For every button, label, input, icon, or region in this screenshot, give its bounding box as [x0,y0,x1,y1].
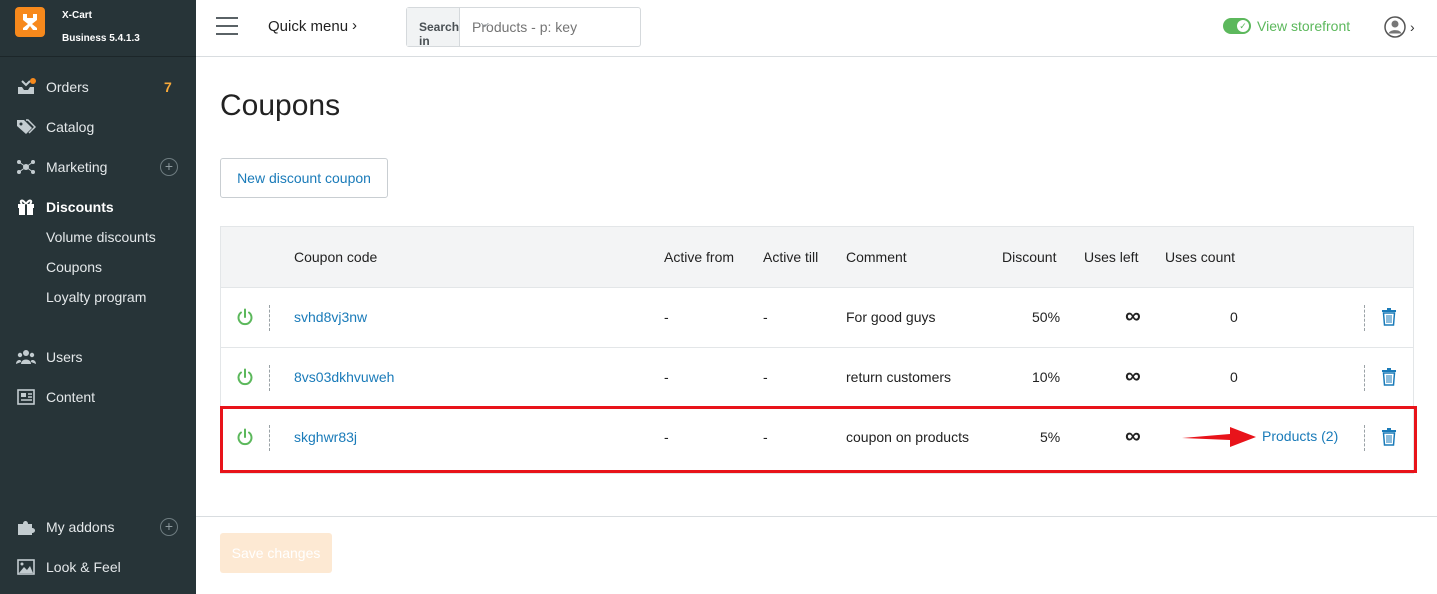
footer-divider [196,516,1437,517]
search-in-label: Search in [419,20,460,48]
sidebar-item-label: Catalog [46,119,95,135]
sidebar: X-Cart Business 5.4.1.3 Orders 7 Catalog… [0,0,196,594]
uses-left-value: ∞ [1125,363,1141,388]
view-storefront-label: View storefront [1257,18,1351,34]
table-header: Coupon code Active from Active till Comm… [221,227,1413,288]
sidebar-subitem-coupons[interactable]: Coupons [46,259,102,275]
power-toggle-icon[interactable] [236,368,254,386]
user-avatar-icon [1384,16,1406,38]
active-till-value: - [763,369,768,385]
newspaper-icon [17,389,35,405]
hamburger-menu-icon[interactable] [216,17,238,35]
sidebar-item-orders[interactable]: Orders 7 [0,72,196,102]
column-header-uses-left: Uses left [1084,249,1139,265]
sidebar-item-label: Discounts [46,199,114,215]
power-toggle-icon[interactable] [236,308,254,326]
expand-plus-icon[interactable]: + [160,518,178,536]
users-icon [16,350,36,364]
column-header-discount: Discount [1002,249,1057,265]
sidebar-item-my-addons[interactable]: My addons + [0,512,196,542]
sidebar-item-label: Look & Feel [46,559,121,575]
gift-icon [18,199,34,215]
sidebar-item-label: Orders [46,79,89,95]
search-in-dropdown[interactable]: Search in ⌵ [407,8,489,48]
sidebar-item-label: Content [46,389,96,405]
user-menu[interactable]: › [1384,16,1415,38]
network-icon [17,160,35,174]
row-divider [1364,365,1365,391]
save-changes-button[interactable]: Save changes [220,533,332,573]
table-row: 8vs03dkhvuweh - - return customers 10% ∞… [221,348,1413,408]
sidebar-item-label: Users [46,349,83,365]
quick-menu-button[interactable]: Quick menu [268,18,348,35]
column-header-coupon-code[interactable]: Coupon code [294,249,377,265]
discount-value: 10% [1032,369,1061,385]
active-till-value: - [763,309,768,325]
active-from-value: - [664,309,669,325]
sidebar-subitem-loyalty-program[interactable]: Loyalty program [46,289,146,305]
chevron-right-icon: › [352,17,357,34]
table-row: svhd8vj3nw - - For good guys 50% ∞ 0 [221,288,1413,348]
brand-version: Business 5.4.1.3 [62,33,140,44]
column-header-uses-count: Uses count [1165,249,1236,265]
sidebar-item-label: My addons [46,519,115,535]
sidebar-item-discounts[interactable]: Discounts [0,192,196,222]
storefront-toggle[interactable]: ✓ [1223,18,1251,34]
check-icon: ✓ [1237,20,1249,32]
brand[interactable]: X-Cart Business 5.4.1.3 [0,0,196,57]
comment-value: For good guys [846,309,936,325]
chevron-right-icon: › [1410,19,1415,35]
annotation-arrow-icon [1182,427,1256,447]
top-header: Quick menu › Search in ⌵ ✓ View storefro… [196,0,1437,57]
coupon-code-link[interactable]: 8vs03dkhvuweh [294,369,394,385]
trash-icon[interactable] [1382,308,1396,326]
row-divider [1364,305,1365,331]
sidebar-subitem-volume-discounts[interactable]: Volume discounts [46,229,156,245]
xcart-logo-icon [15,7,45,37]
row-divider [269,305,270,331]
sidebar-item-users[interactable]: Users [0,342,196,372]
tags-icon [17,119,36,134]
view-storefront-link[interactable]: ✓ View storefront [1223,18,1350,34]
brand-name: X-Cart [62,10,93,21]
orders-count-badge: 7 [164,79,172,95]
puzzle-icon [18,521,35,535]
image-icon [17,559,35,575]
uses-count-value: 0 [1230,309,1238,325]
sidebar-item-look-and-feel[interactable]: Look & Feel [0,552,196,582]
uses-left-value: ∞ [1125,303,1141,328]
sidebar-item-content[interactable]: Content [0,382,196,412]
row-divider [269,365,270,391]
chevron-down-icon: ⌵ [481,19,489,30]
page-title: Coupons [220,89,341,122]
expand-plus-icon[interactable]: + [160,158,178,176]
column-header-comment: Comment [846,249,907,265]
column-header-active-from[interactable]: Active from [664,249,734,265]
trash-icon[interactable] [1382,368,1396,386]
comment-value: return customers [846,369,952,385]
discount-value: 50% [1032,309,1061,325]
products-link[interactable]: Products (2) [1262,428,1338,444]
search-box: Search in ⌵ [406,7,654,48]
new-discount-coupon-button[interactable]: New discount coupon [220,158,388,198]
orders-icon [18,78,36,94]
sidebar-item-marketing[interactable]: Marketing + [0,152,196,182]
coupon-code-link[interactable]: svhd8vj3nw [294,309,367,325]
active-from-value: - [664,369,669,385]
sidebar-item-label: Marketing [46,159,108,175]
sidebar-item-catalog[interactable]: Catalog [0,112,196,142]
uses-count-value: 0 [1230,369,1238,385]
column-header-active-till[interactable]: Active till [763,249,818,265]
